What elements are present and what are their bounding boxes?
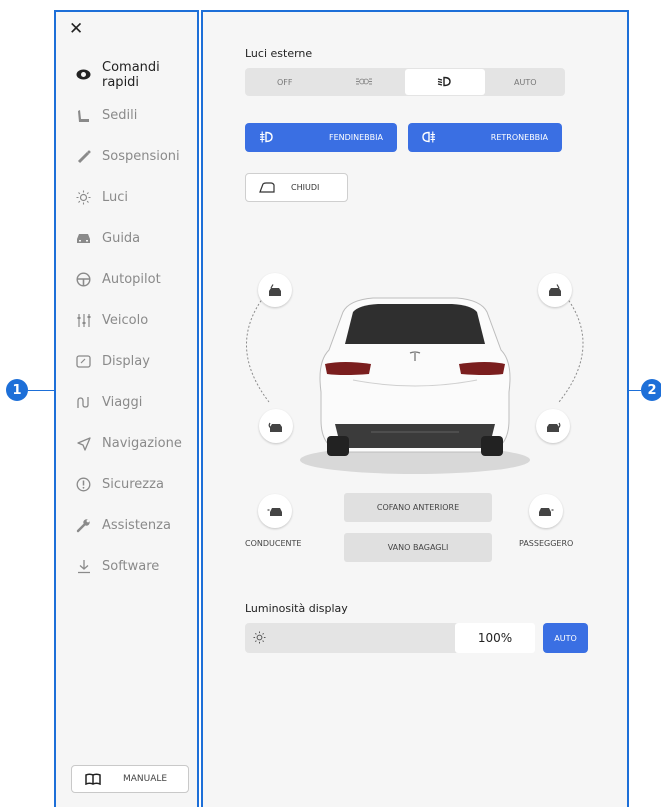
left-rear-door-button[interactable] [259, 409, 293, 443]
sidebar-item-assistenza[interactable]: Assistenza [56, 505, 197, 546]
car-front-icon [267, 508, 282, 516]
sidebar-item-label: Sospensioni [102, 149, 180, 164]
sidebar-item-label: Sicurezza [102, 477, 164, 492]
vehicle-illustration-area [203, 252, 627, 482]
close-mirrors-label: CHIUDI [291, 183, 320, 192]
sidebar-item-label: Assistenza [102, 518, 171, 533]
wrench-icon [76, 518, 91, 533]
steering-wheel-icon [76, 272, 91, 287]
navigation-icon [76, 436, 91, 451]
lights-auto-label: AUTO [513, 77, 537, 87]
close-icon[interactable]: ✕ [69, 19, 83, 39]
brightness-label: Luminosità display [245, 602, 348, 615]
quick-controls-panel: Luci esterne OFF AUTO FENDINEBBIA RETRON… [201, 10, 629, 807]
eye-icon [76, 67, 91, 82]
trip-icon [76, 395, 91, 410]
sidebar-item-sospensioni[interactable]: Sospensioni [56, 136, 197, 177]
mirror-icon [259, 182, 275, 193]
sidebar-item-software[interactable]: Software [56, 546, 197, 587]
lights-off-option[interactable]: OFF [245, 68, 325, 96]
car-front-icon [539, 508, 554, 516]
driver-label: CONDUCENTE [245, 539, 302, 548]
frunk-button[interactable]: COFANO ANTERIORE [344, 493, 492, 522]
car-door-icon [268, 422, 282, 432]
sidebar-item-label: Software [102, 559, 160, 574]
parking-lights-option[interactable] [325, 68, 405, 96]
exterior-lights-label: Luci esterne [245, 47, 313, 60]
lights-off-label: OFF [277, 77, 293, 87]
sidebar: ✕ Comandi rapidi Sedili Sospensioni Luci [54, 10, 199, 807]
sidebar-item-veicolo[interactable]: Veicolo [56, 300, 197, 341]
sidebar-item-navigazione[interactable]: Navigazione [56, 423, 197, 464]
sidebar-item-guida[interactable]: Guida [56, 218, 197, 259]
callout-2: 2 [641, 379, 661, 401]
passenger-label: PASSEGGERO [519, 539, 574, 548]
sidebar-item-sedili[interactable]: Sedili [56, 95, 197, 136]
callout-2-line [629, 390, 641, 391]
sidebar-item-sicurezza[interactable]: Sicurezza [56, 464, 197, 505]
sidebar-item-label: Comandi rapidi [102, 59, 160, 90]
low-beam-icon [437, 76, 452, 89]
exterior-lights-selector: OFF AUTO [245, 68, 565, 96]
sidebar-item-label: Display [102, 354, 150, 369]
download-icon [76, 559, 91, 574]
sun-icon [253, 631, 266, 644]
rear-fog-icon [422, 131, 436, 145]
brightness-auto-label: AUTO [554, 633, 577, 643]
sidebar-item-label: Veicolo [102, 313, 149, 328]
sidebar-item-label: Sedili [102, 108, 138, 123]
manual-button[interactable]: MANUALE [71, 765, 189, 793]
front-fog-label: FENDINEBBIA [328, 133, 383, 142]
callout-1: 1 [6, 379, 28, 401]
warning-icon [76, 477, 91, 492]
sidebar-menu: Comandi rapidi Sedili Sospensioni Luci G… [56, 54, 197, 587]
callout-1-line [28, 390, 54, 391]
trunk-button[interactable]: VANO BAGAGLI [344, 533, 492, 562]
sidebar-item-luci[interactable]: Luci [56, 177, 197, 218]
front-fog-icon [259, 131, 273, 145]
driver-seat-button[interactable] [258, 494, 292, 528]
car-door-icon [547, 422, 561, 432]
sidebar-item-display[interactable]: Display [56, 341, 197, 382]
callout-1-label: 1 [12, 382, 22, 398]
car-door-icon [549, 283, 561, 296]
sidebar-item-viaggi[interactable]: Viaggi [56, 382, 197, 423]
parking-lights-icon [355, 77, 373, 88]
close-mirrors-button[interactable]: CHIUDI [245, 173, 348, 202]
low-beam-option[interactable] [405, 69, 485, 95]
lights-auto-option[interactable]: AUTO [486, 68, 566, 96]
book-icon [85, 773, 101, 785]
sidebar-item-label: Viaggi [102, 395, 143, 410]
rear-fog-button[interactable]: RETRONEBBIA [408, 123, 562, 152]
callout-2-label: 2 [647, 382, 657, 398]
car-door-icon [269, 283, 281, 296]
sidebar-item-label: Autopilot [102, 272, 161, 287]
brightness-value: 100% [455, 623, 535, 653]
right-front-door-button[interactable] [538, 273, 572, 307]
sidebar-item-label: Guida [102, 231, 141, 246]
manual-button-label: MANUALE [123, 774, 168, 784]
display-icon [76, 354, 91, 369]
sliders-icon [76, 313, 91, 328]
suspension-icon [76, 149, 91, 164]
car-icon [76, 231, 91, 246]
sidebar-item-label: Navigazione [102, 436, 182, 451]
brightness-auto-button[interactable]: AUTO [543, 623, 588, 653]
seat-icon [76, 108, 91, 123]
brightness-slider[interactable]: 100% [245, 623, 535, 653]
trunk-label: VANO BAGAGLI [387, 543, 449, 552]
right-rear-door-button[interactable] [536, 409, 570, 443]
passenger-seat-button[interactable] [529, 494, 563, 528]
sidebar-item-comandi-rapidi[interactable]: Comandi rapidi [56, 54, 197, 95]
light-bulb-icon [76, 190, 91, 205]
front-fog-button[interactable]: FENDINEBBIA [245, 123, 397, 152]
rear-fog-label: RETRONEBBIA [490, 133, 548, 142]
left-front-door-button[interactable] [258, 273, 292, 307]
frunk-label: COFANO ANTERIORE [376, 503, 460, 512]
sidebar-item-autopilot[interactable]: Autopilot [56, 259, 197, 300]
sidebar-item-label: Luci [102, 190, 129, 205]
